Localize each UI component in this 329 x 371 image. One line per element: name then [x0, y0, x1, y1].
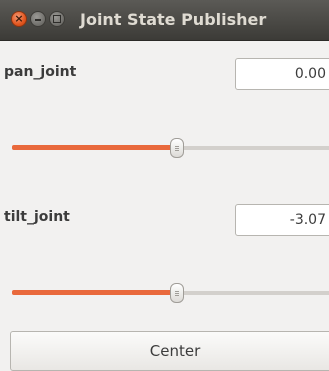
center-button[interactable]: Center: [10, 331, 329, 371]
maximize-icon: [53, 15, 61, 23]
window-titlebar: × Joint State Publisher: [0, 0, 329, 41]
minimize-window-button[interactable]: [30, 11, 46, 27]
slider-fill: [12, 290, 177, 295]
tilt-joint-slider[interactable]: [12, 282, 329, 304]
close-window-button[interactable]: ×: [11, 11, 27, 27]
pan-joint-slider[interactable]: [12, 137, 329, 159]
slider-thumb[interactable]: [170, 283, 184, 303]
pan-joint-label: pan_joint: [4, 64, 77, 80]
window-title: Joint State Publisher: [80, 10, 267, 29]
tilt-joint-label: tilt_joint: [4, 209, 70, 225]
maximize-window-button[interactable]: [49, 11, 65, 27]
minimize-icon: [35, 19, 41, 21]
tilt-joint-value-field[interactable]: -3.07: [235, 204, 329, 236]
pan-joint-value-field[interactable]: 0.00: [235, 58, 329, 90]
slider-fill: [12, 145, 177, 150]
slider-thumb[interactable]: [170, 138, 184, 158]
close-icon: ×: [14, 12, 24, 25]
